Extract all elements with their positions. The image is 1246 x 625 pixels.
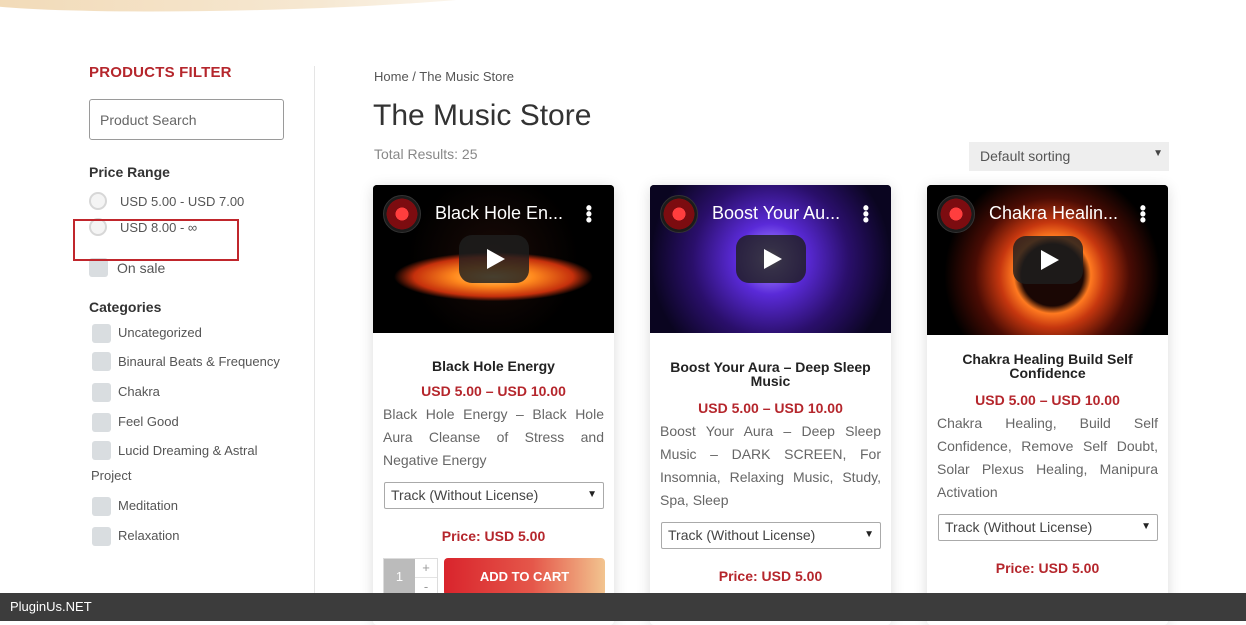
sort-selected-label: Default sorting <box>980 148 1071 164</box>
checkbox[interactable] <box>92 440 111 460</box>
video-title[interactable]: Chakra Healin... <box>989 203 1118 224</box>
video-thumbnail[interactable]: Boost Your Au... • • • <box>650 185 891 333</box>
quantity-value[interactable]: 1 <box>384 559 415 595</box>
category-item[interactable]: Relaxation <box>89 523 289 548</box>
checkbox[interactable] <box>92 324 111 343</box>
purchase-row: 1 + - ADD TO CART <box>383 558 614 596</box>
category-item[interactable]: Binaural Beats & Frequency <box>89 349 289 374</box>
category-label: Feel Good <box>118 414 179 429</box>
quantity-steps: + - <box>415 559 437 595</box>
play-icon[interactable] <box>735 235 806 283</box>
variation-selected: Track (Without License) <box>391 487 539 503</box>
quantity-stepper[interactable]: 1 + - <box>383 558 438 596</box>
footer-brand[interactable]: PluginUs.NET <box>10 599 92 614</box>
checkbox[interactable] <box>92 527 111 546</box>
sort-select[interactable]: Default sorting ▼ <box>969 142 1169 171</box>
product-name[interactable]: Boost Your Aura – Deep Sleep Music <box>650 360 891 388</box>
product-name[interactable]: Black Hole Energy <box>373 359 614 373</box>
kebab-menu-icon[interactable]: • • • <box>1140 199 1146 229</box>
play-icon[interactable] <box>1012 236 1083 284</box>
caret-down-icon: ▼ <box>1153 148 1163 159</box>
category-item[interactable]: Meditation <box>89 493 289 518</box>
quantity-plus-button[interactable]: + <box>415 559 437 578</box>
variation-select[interactable]: Track (Without License) ▼ <box>384 482 604 509</box>
checkbox[interactable] <box>92 383 111 402</box>
category-item[interactable]: Feel Good <box>89 409 289 434</box>
variation-select[interactable]: Track (Without License) ▼ <box>938 514 1158 541</box>
total-results: Total Results: 25 <box>374 146 478 162</box>
footer-bar: PluginUs.NET <box>0 593 1246 621</box>
caret-down-icon: ▼ <box>587 489 597 500</box>
header-decoration <box>0 0 520 16</box>
product-price-range: USD 5.00 – USD 10.00 <box>698 400 843 416</box>
variation-selected: Track (Without License) <box>945 519 1093 535</box>
price-option-label: USD 5.00 - USD 7.00 <box>120 193 245 209</box>
category-item[interactable]: Lucid Dreaming & Astral Project <box>89 438 289 488</box>
product-price: Price: USD 5.00 <box>718 568 823 584</box>
category-label: Binaural Beats & Frequency <box>118 354 280 369</box>
category-label: Uncategorized <box>118 325 202 340</box>
product-price: Price: USD 5.00 <box>995 560 1100 576</box>
category-label: Meditation <box>118 498 178 513</box>
price-range-title: Price Range <box>89 164 170 180</box>
category-item[interactable]: Uncategorized <box>89 320 289 345</box>
product-description: Black Hole Energy – Black Hole Aura Clea… <box>383 406 604 468</box>
product-name[interactable]: Chakra Healing Build Self Confidence <box>927 352 1168 380</box>
category-label: Lucid Dreaming & Astral Project <box>91 443 258 483</box>
product-price: Price: USD 5.00 <box>441 528 546 544</box>
product-price-range: USD 5.00 – USD 10.00 <box>975 392 1120 408</box>
checkbox[interactable] <box>92 413 111 432</box>
categories-title: Categories <box>89 299 162 315</box>
kebab-menu-icon[interactable]: • • • <box>586 199 592 229</box>
page-title: The Music Store <box>373 99 592 132</box>
highlight-annotation-box <box>73 219 239 261</box>
product-card: Boost Your Au... • • • Boost Your Aura – D… <box>650 185 891 625</box>
checkbox[interactable] <box>92 497 111 516</box>
video-thumbnail[interactable]: Chakra Healin... • • • <box>927 185 1168 335</box>
video-title[interactable]: Boost Your Au... <box>712 203 840 224</box>
breadcrumb: Home / The Music Store <box>374 69 514 84</box>
kebab-menu-icon[interactable]: • • • <box>863 199 869 229</box>
product-price-range: USD 5.00 – USD 10.00 <box>421 383 566 399</box>
product-card: Black Hole En... • • • Black Hole Energy U… <box>373 185 614 625</box>
sidebar-divider <box>314 66 315 596</box>
caret-down-icon: ▼ <box>1141 521 1151 532</box>
product-description: Chakra Healing, Build Self Confidence, R… <box>937 415 1158 500</box>
category-label: Chakra <box>118 384 160 399</box>
filter-title: PRODUCTS FILTER <box>89 64 232 81</box>
price-option-5-7[interactable]: USD 5.00 - USD 7.00 <box>89 192 289 210</box>
play-icon[interactable] <box>458 235 529 283</box>
category-list: Uncategorized Binaural Beats & Frequency… <box>89 320 289 548</box>
channel-logo-icon[interactable] <box>660 195 698 233</box>
product-search-input[interactable] <box>89 99 284 140</box>
channel-logo-icon[interactable] <box>937 195 975 233</box>
products-filter-sidebar: PRODUCTS FILTER Price Range USD 5.00 - U… <box>89 64 289 548</box>
product-description: Boost Your Aura – Deep Sleep Music – DAR… <box>660 423 881 508</box>
radio-button[interactable] <box>89 192 107 210</box>
on-sale-label: On sale <box>117 259 166 276</box>
caret-down-icon: ▼ <box>864 529 874 540</box>
checkbox[interactable] <box>92 351 111 371</box>
variation-select[interactable]: Track (Without License) ▼ <box>661 522 881 549</box>
channel-logo-icon[interactable] <box>383 195 421 233</box>
category-item[interactable]: Chakra <box>89 379 289 404</box>
variation-selected: Track (Without License) <box>668 527 816 543</box>
video-thumbnail[interactable]: Black Hole En... • • • <box>373 185 614 333</box>
add-to-cart-button[interactable]: ADD TO CART <box>444 558 605 596</box>
category-label: Relaxation <box>118 528 180 543</box>
product-card: Chakra Healin... • • • Chakra Healing Buil… <box>927 185 1168 625</box>
video-title[interactable]: Black Hole En... <box>435 203 563 224</box>
